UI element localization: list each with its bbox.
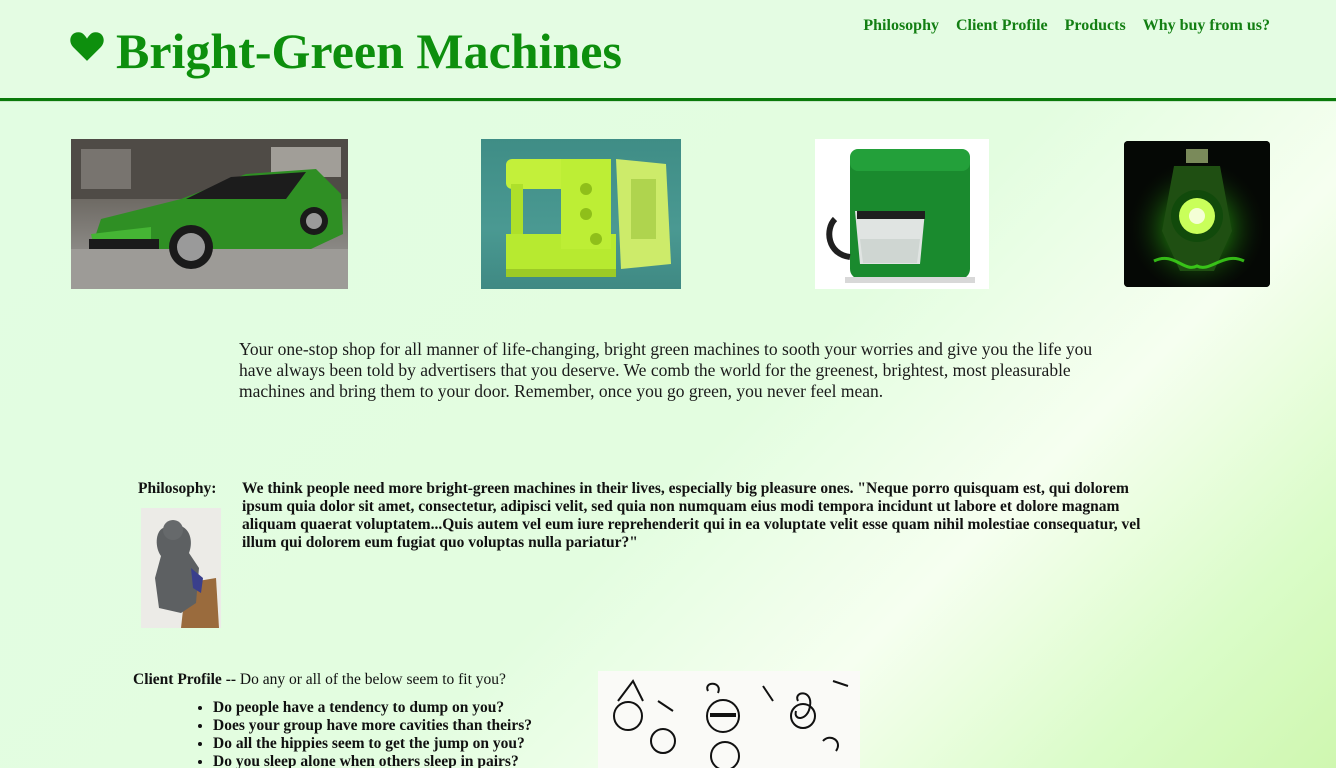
site-title: Bright-Green Machines xyxy=(116,23,622,79)
philosophy-label: Philosophy: xyxy=(138,480,217,497)
client-profile-list: Do people have a tendency to dump on you… xyxy=(213,699,532,768)
nav-client-profile[interactable]: Client Profile xyxy=(956,17,1048,35)
green-car-image xyxy=(71,139,348,289)
intro-paragraph: Your one-stop shop for all manner of lif… xyxy=(239,339,1093,401)
client-profile-question: Do any or all of the below seem to fit y… xyxy=(239,671,506,688)
green-lantern-image xyxy=(1124,141,1270,287)
client-profile-heading: Client Profile -- Do any or all of the b… xyxy=(133,671,506,689)
green-coffee-maker-image xyxy=(815,139,989,289)
site-brand[interactable]: Bright-Green Machines xyxy=(70,22,622,80)
heart-icon xyxy=(70,32,104,61)
nav-why-buy[interactable]: Why buy from us? xyxy=(1143,17,1270,35)
dancing-cartoon-image xyxy=(598,671,860,768)
list-item: Do you sleep alone when others sleep in … xyxy=(213,753,532,768)
list-item: Do people have a tendency to dump on you… xyxy=(213,699,532,717)
client-profile-label: Client Profile -- xyxy=(133,671,237,688)
site-header: Bright-Green Machines Philosophy Client … xyxy=(0,0,1336,101)
nav-products[interactable]: Products xyxy=(1065,17,1126,35)
green-sewing-machine-image xyxy=(481,139,681,289)
nav-philosophy[interactable]: Philosophy xyxy=(863,17,939,35)
list-item: Does your group have more cavities than … xyxy=(213,717,532,735)
philosophy-text: We think people need more bright-green m… xyxy=(242,480,1141,551)
hulk-thinker-image xyxy=(141,508,221,628)
list-item: Do all the hippies seem to get the jump … xyxy=(213,735,532,753)
main-nav: Philosophy Client Profile Products Why b… xyxy=(863,17,1270,35)
